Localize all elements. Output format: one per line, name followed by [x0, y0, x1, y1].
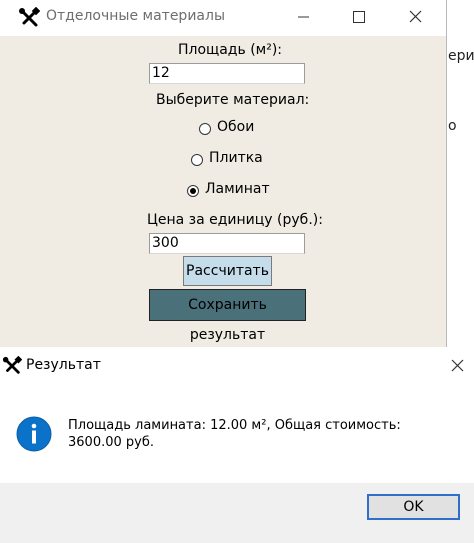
close-icon	[451, 359, 464, 372]
price-label: Цена за единицу (руб.):	[147, 212, 323, 228]
result-dialog: Результат Площадь ламината: 12.00 м², Об…	[0, 347, 474, 543]
background-text: о	[448, 118, 457, 134]
material-label: Выберите материал:	[156, 92, 310, 108]
minimize-icon	[298, 16, 309, 18]
close-button[interactable]	[392, 0, 438, 34]
dialog-title-bar[interactable]: Результат	[0, 347, 474, 383]
radio-button-indicator[interactable]	[199, 123, 211, 135]
radio-button-indicator[interactable]	[187, 185, 199, 197]
main-window: Отделочные материалы Площадь (м²): 12 Вы…	[0, 0, 447, 350]
ok-button[interactable]: OK	[367, 494, 460, 520]
tools-icon	[2, 356, 22, 374]
calculate-button[interactable]: Рассчитать	[183, 256, 272, 286]
radio-label: Плитка	[209, 150, 263, 166]
close-icon	[409, 10, 422, 23]
dialog-body: Площадь ламината: 12.00 м², Общая стоимо…	[0, 383, 474, 483]
price-input[interactable]: 300	[149, 233, 305, 254]
area-label: Площадь (м²):	[178, 42, 283, 58]
dialog-footer: OK	[0, 483, 474, 543]
save-result-button[interactable]: Сохранить результат	[149, 289, 306, 343]
maximize-button[interactable]	[336, 0, 382, 34]
area-input[interactable]: 12	[149, 63, 305, 84]
radio-label: Ламинат	[205, 181, 270, 197]
minimize-button[interactable]	[280, 0, 326, 34]
title-bar[interactable]: Отделочные материалы	[0, 0, 446, 36]
info-icon	[16, 416, 52, 452]
radio-label: Обои	[217, 119, 255, 135]
window-title: Отделочные материалы	[46, 8, 225, 24]
tools-icon	[19, 7, 40, 27]
maximize-icon	[353, 11, 365, 23]
dialog-message: Площадь ламината: 12.00 м², Общая стоимо…	[68, 418, 401, 450]
background-text: ери	[448, 48, 474, 64]
dialog-close-button[interactable]	[440, 347, 474, 383]
radio-button-indicator[interactable]	[191, 154, 203, 166]
dialog-title: Результат	[26, 357, 101, 373]
